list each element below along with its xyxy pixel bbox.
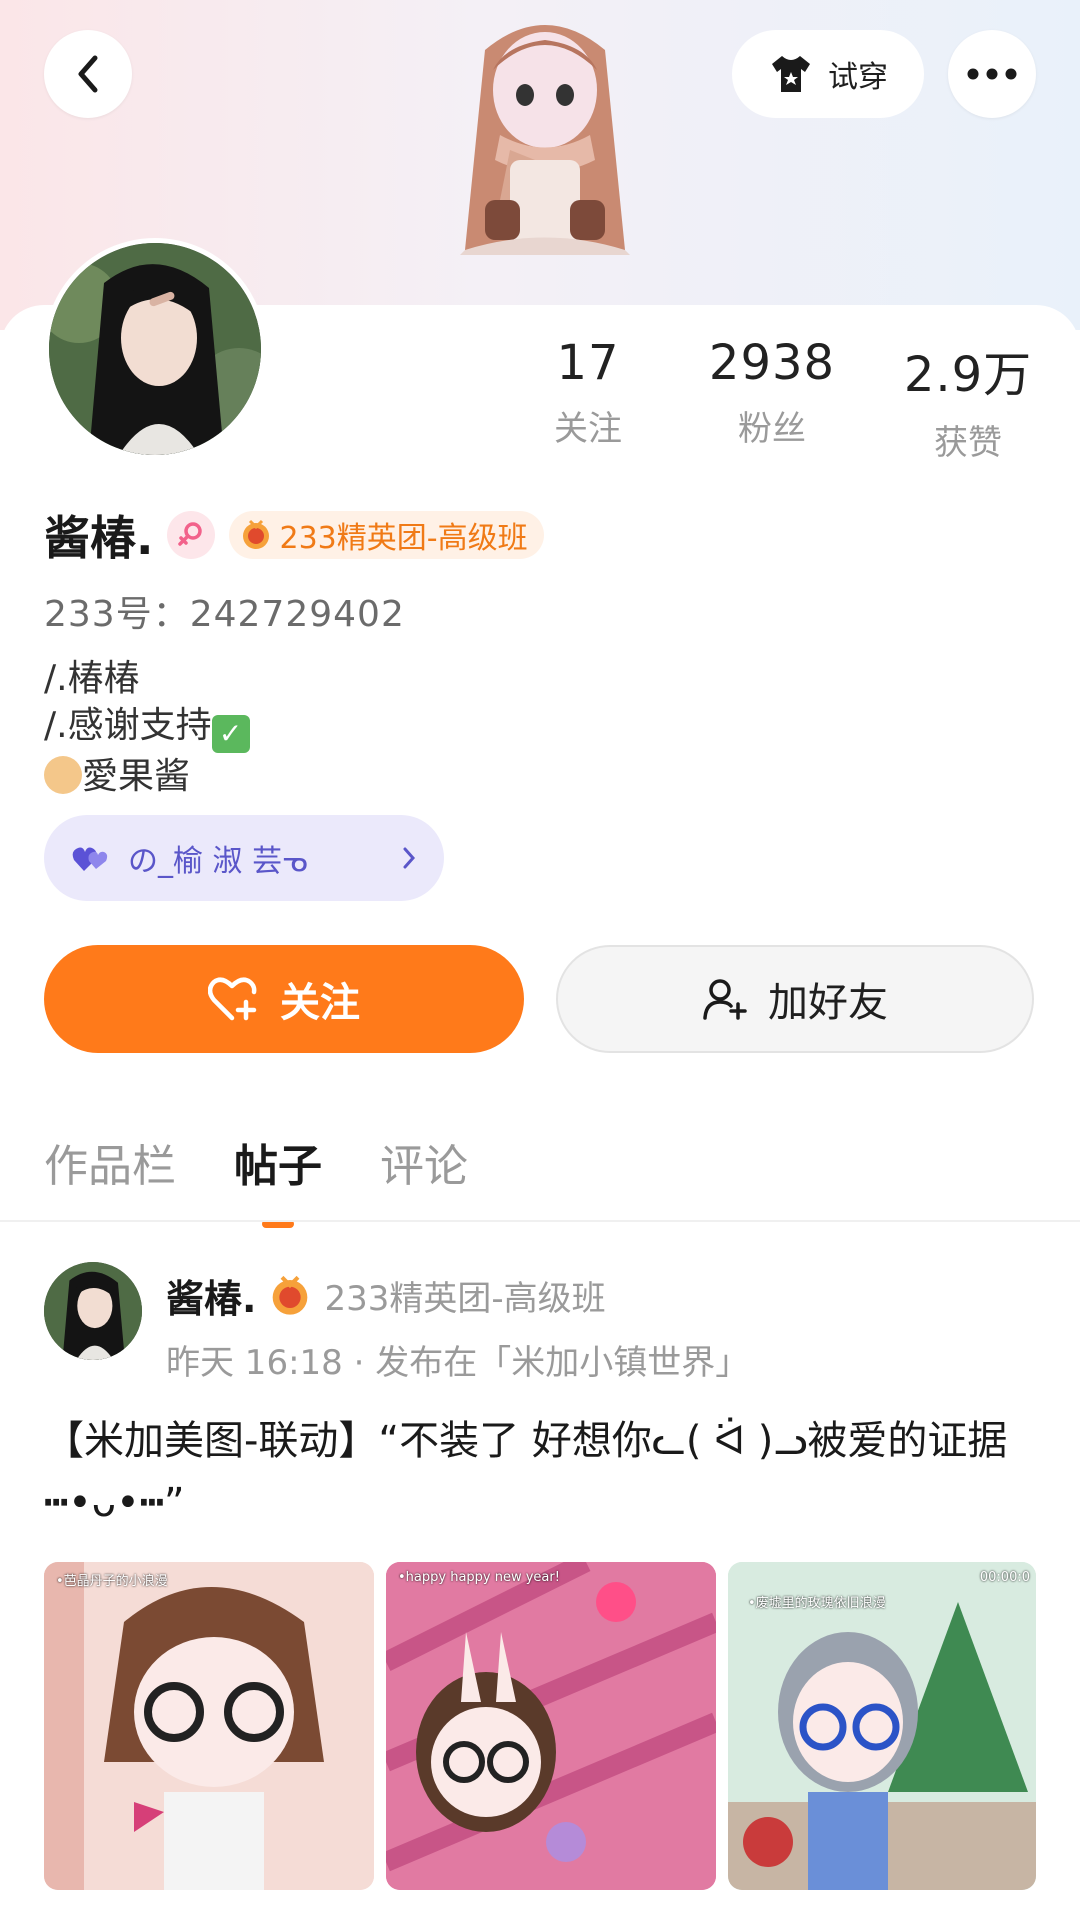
chevron-right-icon xyxy=(403,847,416,869)
post-content[interactable]: 【米加美图-联动】“不装了 好想你ᓚ( ᐛ )ᓗ被爱的证据┅•ᴗ•┅” xyxy=(44,1410,1034,1534)
followers-count: 2938 xyxy=(708,335,836,391)
post-image-2[interactable]: •happy happy new year! xyxy=(386,1562,716,1890)
image-caption: •废墟里的玫瑰依旧浪漫 xyxy=(748,1596,886,1611)
3d-avatar-image[interactable] xyxy=(415,10,675,310)
bio: /.椿椿 /.感谢支持 ✓ 愛果酱 xyxy=(44,655,250,800)
female-gender-icon xyxy=(167,511,216,559)
girl-emoji-icon xyxy=(44,756,82,794)
post-header: 酱椿. 233精英团-高级班 xyxy=(166,1268,606,1323)
post-meta: 昨天 16:18 · 发布在「米加小镇世界」 xyxy=(166,1343,750,1383)
stat-likes[interactable]: 2.9万 获赞 xyxy=(888,335,1048,464)
medal-icon xyxy=(243,519,270,549)
tab-works[interactable]: 作品栏 xyxy=(44,1130,176,1194)
image-caption: •芭晶丹子的小浪漫 xyxy=(56,1574,168,1589)
post-author-avatar[interactable] xyxy=(44,1262,142,1360)
try-on-label: 试穿 xyxy=(828,60,888,95)
try-on-button[interactable]: 试穿 xyxy=(732,30,924,118)
follow-button[interactable]: 关注 xyxy=(44,945,524,1053)
heart-plus-icon xyxy=(208,977,257,1021)
add-friend-button[interactable]: 加好友 xyxy=(556,945,1034,1053)
author-photo xyxy=(44,1262,142,1360)
likes-label: 获赞 xyxy=(934,423,1002,463)
post-author-name[interactable]: 酱椿. xyxy=(166,1268,256,1323)
image-content xyxy=(728,1562,1036,1890)
profile-name-row: 酱椿. 233精英团-高级班 xyxy=(44,502,544,568)
shirt-icon xyxy=(772,56,810,92)
double-heart-icon xyxy=(72,847,108,871)
medal-icon xyxy=(273,1275,308,1315)
bio-line: 愛果酱 xyxy=(44,753,250,800)
stat-following[interactable]: 17 关注 xyxy=(508,335,668,450)
follow-label: 关注 xyxy=(280,980,360,1026)
image-content xyxy=(386,1562,716,1890)
post-image-1[interactable]: •芭晶丹子的小浪漫 xyxy=(44,1562,374,1890)
check-mark-icon: ✓ xyxy=(211,715,250,753)
back-button[interactable] xyxy=(44,30,132,118)
post-image-3[interactable]: •废墟里的玫瑰依旧浪漫 00:00:0 xyxy=(728,1562,1036,1890)
content-tabs: 作品栏 帖子 评论 xyxy=(44,1130,468,1228)
tab-posts[interactable]: 帖子 xyxy=(234,1130,322,1228)
bio-line: /.椿椿 xyxy=(44,658,140,699)
more-options-button[interactable] xyxy=(948,30,1036,118)
avatar-photo xyxy=(49,243,261,455)
cp-name: の_榆 淑 芸ᓀ xyxy=(128,844,308,879)
more-dots-icon xyxy=(967,68,1017,80)
followers-label: 粉丝 xyxy=(738,409,806,449)
stat-followers[interactable]: 2938 粉丝 xyxy=(692,335,852,450)
user-id[interactable]: 233号：242729402 xyxy=(44,585,405,637)
likes-count: 2.9万 xyxy=(903,347,1033,403)
post-author-badge: 233精英团-高级班 xyxy=(324,1279,606,1319)
following-label: 关注 xyxy=(554,409,622,449)
membership-badge-label: 233精英团-高级班 xyxy=(279,521,528,556)
tabs-divider xyxy=(0,1220,1080,1222)
video-timestamp: 00:00:0 xyxy=(979,1570,1030,1585)
bio-line: /.感谢支持 ✓ xyxy=(44,702,250,753)
add-friend-label: 加好友 xyxy=(768,980,888,1026)
cp-relationship-link[interactable]: の_榆 淑 芸ᓀ xyxy=(44,815,444,901)
profile-avatar[interactable] xyxy=(44,238,266,460)
image-content xyxy=(44,1562,374,1890)
add-user-icon xyxy=(703,979,747,1020)
profile-name: 酱椿. xyxy=(44,511,154,565)
membership-badge[interactable]: 233精英团-高级班 xyxy=(229,511,544,559)
chevron-left-icon xyxy=(78,55,98,93)
tab-comments[interactable]: 评论 xyxy=(380,1130,468,1194)
image-caption: •happy happy new year! xyxy=(398,1570,560,1585)
following-count: 17 xyxy=(556,335,620,391)
